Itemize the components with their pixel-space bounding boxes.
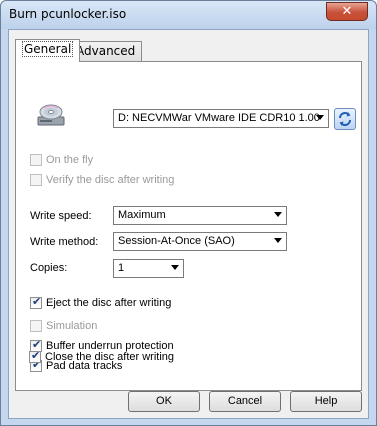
close-disc-checkbox[interactable]: ✔ <box>29 350 41 363</box>
chevron-down-icon <box>171 265 179 270</box>
refresh-drives-button[interactable] <box>334 108 356 130</box>
refresh-icon <box>339 112 351 126</box>
write-method-label: Write method: <box>30 236 99 248</box>
drive-select-value: D: NECVMWar VMware IDE CDR10 1.00 <box>118 112 320 124</box>
close-disc-label: Close the disc after writing <box>45 351 174 363</box>
tab-general-label: General <box>22 41 74 57</box>
chevron-down-icon <box>316 115 324 120</box>
burn-dialog-window: Burn pcunlocker.iso ✕ General Advanced D… <box>0 0 377 426</box>
window-title: Burn pcunlocker.iso <box>9 7 127 21</box>
simulation-label: Simulation <box>46 320 98 332</box>
simulation-checkbox[interactable] <box>30 320 42 332</box>
write-speed-select[interactable]: Maximum <box>113 206 287 225</box>
general-tab-panel: D: NECVMWar VMware IDE CDR10 1.00 On the… <box>15 61 362 391</box>
eject-disc-checkbox[interactable]: ✔ <box>30 296 42 309</box>
on-the-fly-label: On the fly <box>46 154 94 166</box>
drive-select[interactable]: D: NECVMWar VMware IDE CDR10 1.00 <box>113 109 329 128</box>
close-button[interactable]: ✕ <box>326 2 368 21</box>
copies-select[interactable]: 1 <box>113 259 184 278</box>
cd-drive-icon <box>37 104 65 126</box>
write-speed-label: Write speed: <box>30 210 92 222</box>
copies-label: Copies: <box>30 262 68 274</box>
write-speed-value: Maximum <box>118 209 166 221</box>
separator <box>25 140 351 141</box>
dialog-body: General Advanced D: NECVMWar VMware IDE … <box>8 29 369 419</box>
tab-general[interactable]: General <box>15 39 81 62</box>
chevron-down-icon <box>274 238 282 243</box>
cancel-button[interactable]: Cancel <box>209 391 281 412</box>
checkmark-icon: ✔ <box>32 296 42 308</box>
separator <box>25 195 351 196</box>
ok-button[interactable]: OK <box>128 391 200 412</box>
copies-value: 1 <box>118 262 125 274</box>
help-button[interactable]: Help <box>290 391 362 412</box>
on-the-fly-option[interactable]: On the fly <box>30 152 93 168</box>
chevron-down-icon <box>274 212 282 217</box>
on-the-fly-checkbox[interactable] <box>30 154 42 166</box>
close-disc-option[interactable]: ✔ Close the disc after writing <box>29 349 174 365</box>
separator <box>25 286 351 287</box>
verify-disc-label: Verify the disc after writing <box>46 174 175 186</box>
verify-disc-checkbox[interactable] <box>30 174 42 186</box>
write-method-select[interactable]: Session-At-Once (SAO) <box>113 232 287 251</box>
verify-disc-option[interactable]: Verify the disc after writing <box>30 172 174 188</box>
tab-advanced-label: Advanced <box>76 44 136 58</box>
checkmark-icon: ✔ <box>31 350 41 362</box>
eject-disc-option[interactable]: ✔ Eject the disc after writing <box>30 295 171 311</box>
eject-disc-label: Eject the disc after writing <box>46 297 172 309</box>
simulation-option[interactable]: Simulation <box>30 318 97 334</box>
title-bar[interactable]: Burn pcunlocker.iso ✕ <box>1 1 376 29</box>
write-method-value: Session-At-Once (SAO) <box>118 235 235 247</box>
